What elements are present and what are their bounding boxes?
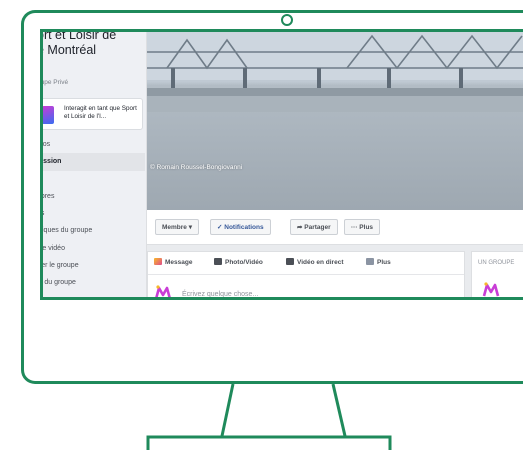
group-action-bar: Membre ▾ ✓ Notifications ➦ Partager ··· … [147, 210, 523, 245]
group-title[interactable]: ort et Loisir de e Montréal [40, 29, 157, 58]
share-button[interactable]: ➦ Partager [290, 219, 338, 235]
more-icon [366, 258, 374, 265]
photo-icon [214, 258, 222, 265]
group-title-line-2: e Montréal [40, 43, 97, 57]
group-sidebar: ort et Loisir de e Montréal oupe Privé I… [43, 32, 147, 297]
sidebar-item-video-conference[interactable]: nce vidéo [43, 240, 145, 257]
composer-tabs: Message Photo/Vidéo Vidéo en direct Plus [148, 252, 464, 275]
page-logo-icon [43, 106, 54, 124]
notifications-button[interactable]: ✓ Notifications [210, 219, 271, 235]
sidebar-item-group-quality[interactable]: ité du groupe [43, 274, 145, 291]
pencil-icon [154, 258, 162, 265]
interact-as-selector[interactable]: Interagit en tant que Sport et Loisir de… [43, 98, 143, 130]
tab-live-video[interactable]: Vidéo en direct [286, 258, 343, 266]
tab-message[interactable]: Message [154, 258, 192, 266]
cover-photo-scene [147, 32, 523, 112]
tab-photo-video[interactable]: Photo/Vidéo [214, 258, 263, 266]
sidebar-item-group-insights[interactable]: istiques du groupe [43, 222, 145, 239]
suggested-group-card: UN GROUPE [471, 251, 523, 297]
cover-photo[interactable]: © Romain Roussel-Bongiovanni [147, 32, 523, 210]
live-video-icon [286, 258, 294, 265]
sidebar-item-photos[interactable]: tos [43, 205, 145, 222]
sidebar-item-announcements[interactable]: ns [43, 171, 145, 188]
composer-input[interactable]: Écrivez quelque chose... [182, 291, 258, 297]
sidebar-item-discussion[interactable]: cussion [43, 153, 145, 171]
tab-photo-video-label: Photo/Vidéo [225, 259, 263, 266]
page-logo-icon [155, 285, 171, 297]
webcam-icon [281, 14, 293, 26]
tab-more[interactable]: Plus [366, 258, 391, 266]
tab-live-video-label: Vidéo en direct [297, 259, 344, 266]
group-privacy-label: oupe Privé [40, 79, 69, 86]
photo-credit: © Romain Roussel-Bongiovanni [150, 164, 243, 171]
group-title-line-1: ort et Loisir de [40, 29, 117, 42]
suggested-group-title: UN GROUPE [478, 260, 515, 266]
screen: ort et Loisir de e Montréal oupe Privé I… [40, 29, 523, 300]
member-button[interactable]: Membre ▾ [155, 219, 199, 235]
tab-message-label: Message [165, 259, 193, 266]
interact-as-label: Interagit en tant que Sport et Loisir de… [64, 105, 137, 120]
more-button[interactable]: ··· Plus [344, 219, 381, 235]
post-composer: Message Photo/Vidéo Vidéo en direct Plus… [147, 251, 465, 297]
page-logo-icon [482, 282, 500, 297]
sidebar-item-about[interactable]: opos [43, 136, 145, 153]
sidebar-item-manage-group[interactable]: érer le groupe [43, 257, 145, 274]
sidebar-item-members[interactable]: mbres [43, 188, 145, 205]
tab-more-label: Plus [377, 259, 391, 266]
group-nav: opos cussion ns mbres tos istiques du gr… [43, 136, 145, 292]
